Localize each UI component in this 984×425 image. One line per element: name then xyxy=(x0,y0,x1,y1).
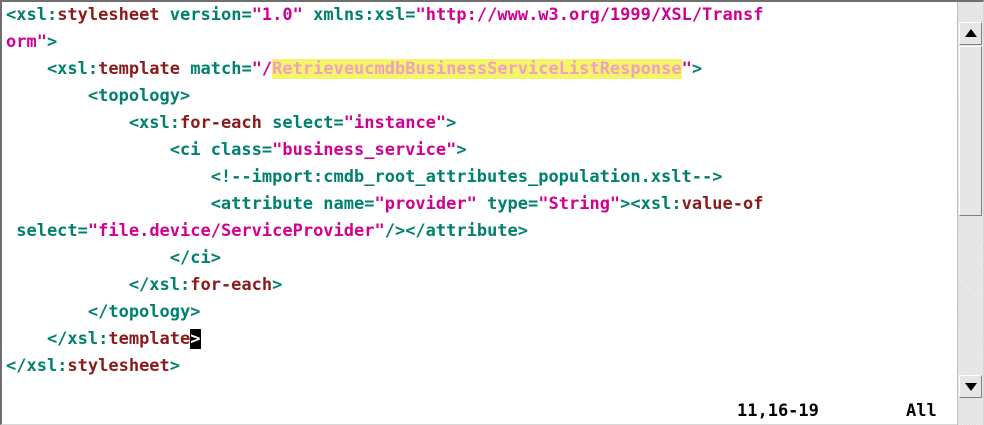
scroll-indicator: All xyxy=(906,401,937,421)
vertical-scrollbar[interactable] xyxy=(957,2,983,425)
code-token: = xyxy=(333,113,344,133)
code-token: "String" xyxy=(538,194,621,214)
scroll-down-arrow-icon xyxy=(965,383,977,391)
code-line: <attribute name="provider" type="String"… xyxy=(6,191,958,218)
code-token: <xsl: xyxy=(6,59,99,79)
code-token: "file.device/ServiceProvider" xyxy=(87,221,385,241)
code-token: "1.0" xyxy=(251,5,303,25)
code-token: > xyxy=(691,59,703,79)
code-token: <ci class xyxy=(6,140,262,160)
code-line: </xsl:for-each> xyxy=(6,272,958,299)
code-token: > xyxy=(456,140,467,160)
code-token: select xyxy=(261,113,334,133)
scrollbar-thumb[interactable] xyxy=(959,46,982,216)
scroll-down-button[interactable] xyxy=(959,375,982,398)
status-line: 11,16-19 All xyxy=(6,398,956,425)
code-token: = xyxy=(364,194,375,214)
code-token: = xyxy=(528,194,539,214)
scroll-up-button[interactable] xyxy=(959,22,982,45)
code-token: template xyxy=(98,59,181,79)
code-token: match xyxy=(180,59,242,79)
code-token: <attribute name xyxy=(6,194,365,214)
code-token: <xsl: xyxy=(6,113,180,133)
code-line: <!--import:cmdb_root_attributes_populati… xyxy=(6,164,958,191)
code-line: <xsl:stylesheet version="1.0" xmlns:xsl=… xyxy=(6,2,958,29)
code-line: <xsl:for-each select="instance"> xyxy=(6,110,958,137)
code-token: template xyxy=(108,329,191,349)
code-token: > xyxy=(169,356,181,376)
vim-window: <xsl:stylesheet version="1.0" xmlns:xsl=… xyxy=(0,0,984,425)
code-token: </xsl: xyxy=(6,329,109,349)
code-token: <xsl: xyxy=(6,5,58,25)
code-token: </topology> xyxy=(6,302,201,322)
code-token: > xyxy=(272,275,283,295)
code-line: orm"> xyxy=(6,29,958,56)
code-token: stylesheet xyxy=(57,5,160,25)
code-token: for-each xyxy=(180,113,262,133)
code-token: > xyxy=(46,32,58,52)
code-token: for-each xyxy=(190,275,273,295)
code-token: </ci> xyxy=(6,248,221,268)
code-token: " xyxy=(681,59,692,79)
code-line: <ci class="business_service"> xyxy=(6,137,958,164)
code-line: </ci> xyxy=(6,245,958,272)
code-token: type xyxy=(476,194,529,214)
code-token: "instance" xyxy=(343,113,447,133)
code-token: "http://www.w3.org/1999/XSL/Transf xyxy=(415,5,764,25)
code-token: = xyxy=(241,59,252,79)
code-token: select xyxy=(6,221,78,241)
code-token: <!--import:cmdb_root_attributes_populati… xyxy=(6,167,723,187)
code-line: <xsl:template match="/RetrieveucmdbBusin… xyxy=(6,56,958,83)
code-editor[interactable]: <xsl:stylesheet version="1.0" xmlns:xsl=… xyxy=(6,2,958,425)
code-line: </xsl:template> xyxy=(6,326,958,353)
code-line: </xsl:stylesheet> xyxy=(6,353,958,380)
code-token: > xyxy=(446,113,457,133)
cursor-position: 11,16-19 xyxy=(737,401,819,421)
code-token: orm" xyxy=(6,32,47,52)
code-token: = xyxy=(77,221,88,241)
code-token: </xsl: xyxy=(6,356,68,376)
code-token: version xyxy=(159,5,242,25)
code-token: RetrieveucmdbBusinessServiceListResponse xyxy=(272,59,682,79)
scroll-up-arrow-icon xyxy=(965,29,977,37)
code-token: "/ xyxy=(251,59,273,79)
code-token: "provider" xyxy=(374,194,477,214)
code-token: </xsl: xyxy=(6,275,191,295)
code-token: = xyxy=(405,5,416,25)
code-line: </topology> xyxy=(6,299,958,326)
code-line: select="file.device/ServiceProvider"/></… xyxy=(6,218,958,245)
code-token: stylesheet xyxy=(67,356,170,376)
code-token: ><xsl: xyxy=(620,194,682,214)
code-token: /></attribute> xyxy=(384,221,529,241)
code-token: value-of xyxy=(681,194,764,214)
code-line: <topology> xyxy=(6,83,958,110)
text-cursor: > xyxy=(190,329,201,349)
code-token: xmlns:xsl xyxy=(302,5,406,25)
code-token: "business_service" xyxy=(272,140,457,160)
code-token: = xyxy=(261,140,273,160)
code-token: <topology> xyxy=(6,86,191,106)
code-token: = xyxy=(241,5,252,25)
